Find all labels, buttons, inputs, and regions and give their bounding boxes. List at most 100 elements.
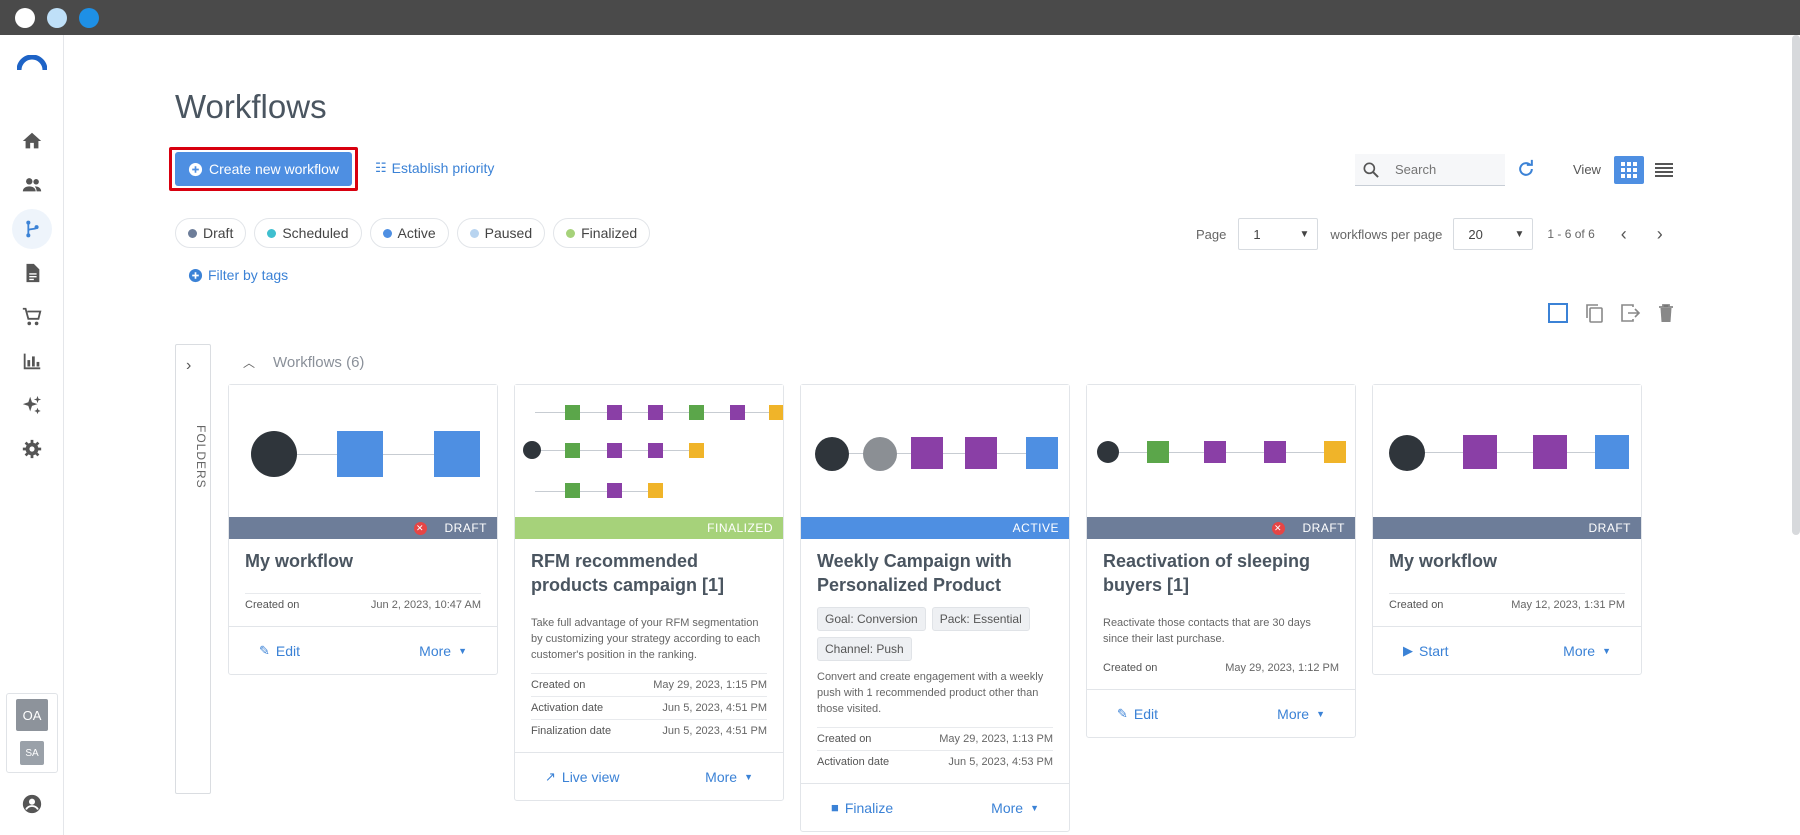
- start-node: [1097, 441, 1119, 463]
- status-badge: FINALIZED: [515, 517, 783, 539]
- card-title[interactable]: My workflow: [229, 539, 497, 573]
- live-view-button[interactable]: ↗ Live view: [545, 769, 620, 785]
- chip-finalized[interactable]: Finalized: [553, 218, 651, 248]
- establish-priority-link[interactable]: ☷ Establish priority: [375, 160, 494, 176]
- status-label: ACTIVE: [1012, 521, 1059, 535]
- window-close-button[interactable]: [15, 8, 35, 28]
- workflow-thumbnail: [1373, 385, 1641, 517]
- filter-by-tags-link[interactable]: Filter by tags: [188, 267, 288, 283]
- document-icon: [26, 263, 40, 283]
- meta-row: Activation date Jun 5, 2023, 4:51 PM: [531, 696, 767, 719]
- page-select[interactable]: 1 ▼: [1238, 218, 1319, 250]
- trash-icon[interactable]: [1655, 302, 1677, 324]
- chip-paused[interactable]: Paused: [456, 218, 546, 248]
- sidebar-item-settings[interactable]: [12, 429, 52, 469]
- window-maximize-button[interactable]: [79, 8, 99, 28]
- view-label: View: [1573, 162, 1601, 177]
- window-minimize-button[interactable]: [47, 8, 67, 28]
- select-all-checkbox[interactable]: [1547, 302, 1569, 324]
- status-dot: [566, 228, 576, 238]
- start-node: [1389, 435, 1425, 471]
- pencil-icon: ✎: [259, 642, 270, 658]
- workflow-card[interactable]: ACTIVE Weekly Campaign with Personalized…: [800, 384, 1070, 832]
- start-button[interactable]: ▶ Start: [1403, 643, 1449, 659]
- more-button[interactable]: More ▼: [991, 800, 1039, 816]
- sidebar-item-workflows[interactable]: [12, 209, 52, 249]
- sidebar-item-ecommerce[interactable]: [12, 297, 52, 337]
- workflow-thumbnail: [229, 385, 497, 517]
- folders-label: FOLDERS: [194, 425, 208, 489]
- sidebar-item-ai[interactable]: [12, 385, 52, 425]
- workflow-group-header[interactable]: ︿ Workflows (6): [243, 354, 364, 371]
- per-page-value: 20: [1468, 226, 1483, 242]
- chevron-right-icon[interactable]: ›: [186, 357, 191, 375]
- finalize-button[interactable]: ■ Finalize: [831, 800, 893, 816]
- workflow-card[interactable]: ✕ DRAFT Reactivation of sleeping buyers …: [1086, 384, 1356, 738]
- chevron-down-icon: ▼: [744, 771, 753, 782]
- workflow-card[interactable]: DRAFT My workflow Created on May 12, 2023…: [1372, 384, 1642, 675]
- sidebar-item-home[interactable]: [12, 121, 52, 161]
- workflow-thumbnail: [515, 385, 783, 517]
- trend-icon: ↗: [545, 768, 556, 784]
- meta-key: Created on: [245, 599, 300, 611]
- live-view-label: Live view: [561, 768, 620, 785]
- status-label: DRAFT: [1302, 521, 1345, 535]
- chevron-right-icon[interactable]: ›: [1657, 224, 1663, 245]
- meta-value: Jun 2, 2023, 10:47 AM: [370, 599, 481, 611]
- meta-key: Created on: [531, 679, 586, 691]
- meta-row: Created on May 12, 2023, 1:31 PM: [1389, 593, 1625, 616]
- card-meta: Created on Jun 2, 2023, 10:47 AM: [245, 593, 481, 616]
- meta-row: Created on May 29, 2023, 1:13 PM: [817, 727, 1053, 750]
- duplicate-icon[interactable]: [1583, 302, 1605, 324]
- more-button[interactable]: More ▼: [705, 769, 753, 785]
- create-workflow-button[interactable]: Create new workflow: [175, 152, 352, 186]
- sidebar-item-templates[interactable]: [12, 253, 52, 293]
- card-title[interactable]: My workflow: [1373, 539, 1641, 573]
- secondary-avatar[interactable]: SA: [20, 741, 44, 765]
- per-page-select[interactable]: 20 ▼: [1453, 218, 1534, 250]
- tag: Channel: Push: [817, 637, 912, 661]
- edit-button[interactable]: ✎ Edit: [1117, 706, 1158, 722]
- card-title[interactable]: RFM recommended products campaign [1]: [515, 539, 783, 597]
- chip-active[interactable]: Active: [369, 218, 449, 248]
- move-icon[interactable]: [1619, 302, 1641, 324]
- meta-row: Created on Jun 2, 2023, 10:47 AM: [245, 593, 481, 616]
- sidebar-item-reports[interactable]: [12, 341, 52, 381]
- more-button[interactable]: More ▼: [1563, 643, 1611, 659]
- card-actions: ↗ Live view More ▼: [515, 752, 783, 800]
- list-view-button[interactable]: [1649, 156, 1679, 184]
- card-actions: ✎ Edit More ▼: [229, 626, 497, 674]
- search-input[interactable]: [1395, 162, 1495, 177]
- card-actions: ✎ Edit More ▼: [1087, 689, 1355, 737]
- chevron-down-icon: ▼: [458, 645, 467, 656]
- refresh-icon[interactable]: [1516, 158, 1536, 180]
- avatar[interactable]: OA: [16, 699, 48, 731]
- status-badge: ✕ DRAFT: [1087, 517, 1355, 539]
- grid-view-button[interactable]: [1614, 156, 1644, 184]
- card-title[interactable]: Weekly Campaign with Personalized Produc…: [801, 539, 1069, 597]
- more-label: More: [705, 768, 738, 785]
- meta-key: Activation date: [531, 702, 604, 714]
- sidebar-item-contacts[interactable]: [12, 165, 52, 205]
- more-label: More: [1563, 642, 1596, 659]
- folders-panel[interactable]: › FOLDERS: [175, 344, 211, 794]
- edit-button[interactable]: ✎ Edit: [259, 643, 300, 659]
- card-title[interactable]: Reactivation of sleeping buyers [1]: [1087, 539, 1355, 597]
- more-button[interactable]: More ▼: [419, 643, 467, 659]
- status-badge: ACTIVE: [801, 517, 1069, 539]
- more-button[interactable]: More ▼: [1277, 706, 1325, 722]
- chip-scheduled[interactable]: Scheduled: [254, 218, 362, 248]
- pagination: Page 1 ▼ workflows per page 20 ▼ 1 - 6 of …: [1196, 218, 1663, 250]
- page-scrollbar[interactable]: [1792, 35, 1800, 535]
- sidebar-item-profile[interactable]: [12, 784, 52, 824]
- meta-value: Jun 5, 2023, 4:51 PM: [662, 702, 767, 714]
- chevron-left-icon[interactable]: ‹: [1621, 224, 1627, 245]
- workflow-card[interactable]: ✕ DRAFT My workflow Created on Jun 2, 202…: [228, 384, 498, 675]
- status-label: DRAFT: [1588, 521, 1631, 535]
- card-meta: Created on May 29, 2023, 1:15 PM Activati…: [531, 673, 767, 742]
- chip-draft[interactable]: Draft: [175, 218, 247, 248]
- chevron-up-icon[interactable]: ︿: [243, 354, 255, 371]
- card-description: Convert and create engagement with a wee…: [817, 671, 1044, 715]
- app-logo-icon[interactable]: [17, 55, 47, 71]
- workflow-card[interactable]: FINALIZED RFM recommended products campa…: [514, 384, 784, 801]
